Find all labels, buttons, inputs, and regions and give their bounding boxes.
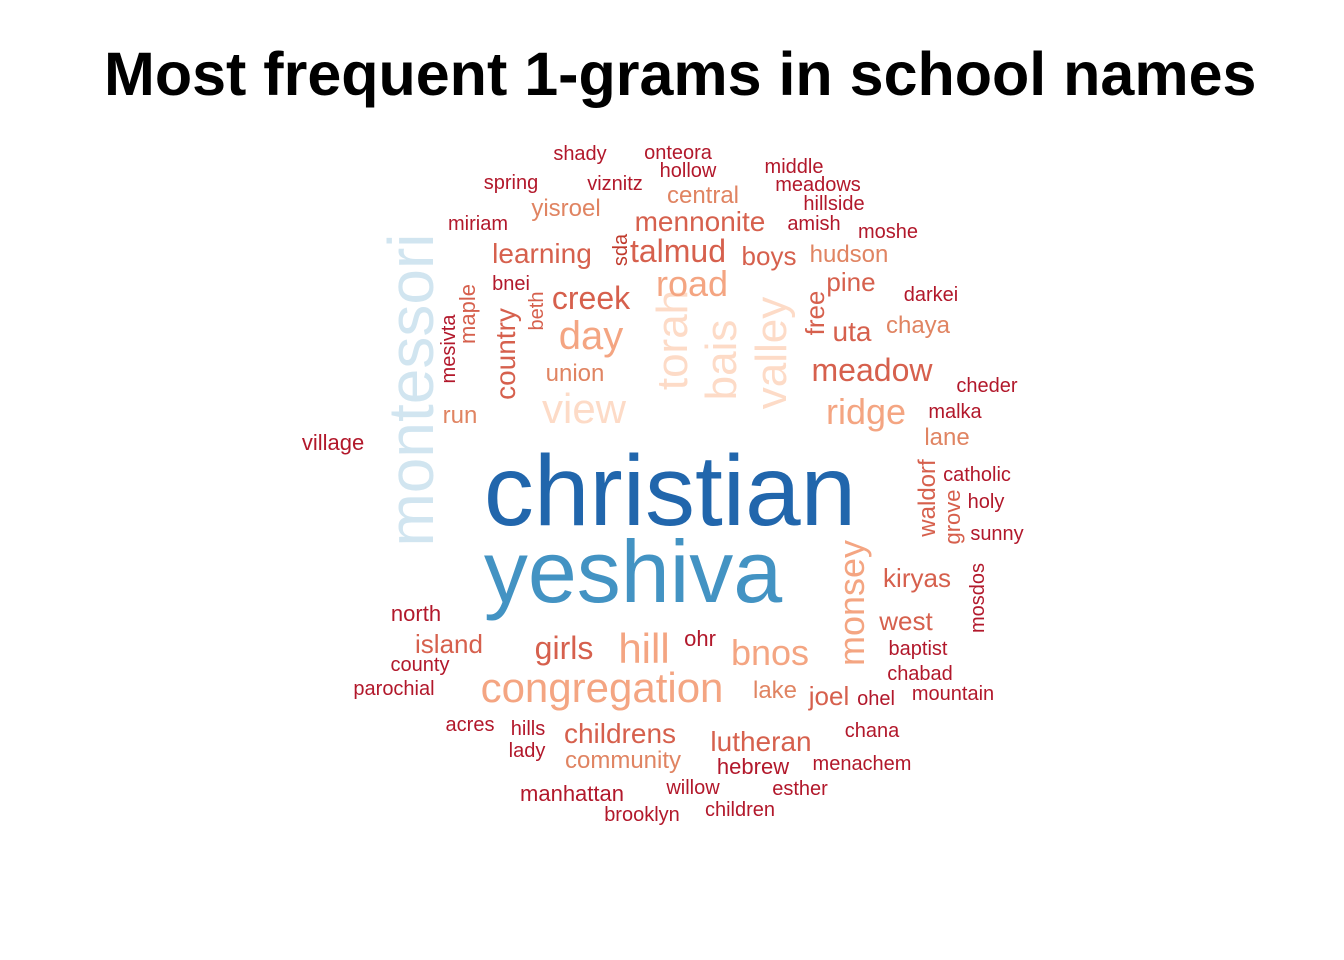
word-spring: spring — [484, 172, 538, 194]
word-hillside: hillside — [803, 193, 864, 215]
word-lady: lady — [509, 740, 546, 762]
word-girls: girls — [535, 630, 594, 666]
word-hebrew: hebrew — [717, 754, 789, 779]
word-run: run — [443, 402, 478, 429]
word-chana: chana — [845, 720, 900, 742]
chart-canvas: Most frequent 1-grams in school names ch… — [0, 0, 1344, 960]
word-bnei: bnei — [492, 273, 530, 295]
word-miriam: miriam — [448, 213, 508, 235]
word-community: community — [565, 747, 681, 774]
word-chaya: chaya — [886, 312, 951, 339]
word-bnos: bnos — [731, 632, 809, 673]
word-ohr: ohr — [684, 626, 716, 651]
word-uta: uta — [833, 316, 872, 347]
word-viznitz: viznitz — [587, 173, 643, 195]
word-catholic: catholic — [943, 464, 1011, 486]
word-country: country — [490, 308, 521, 400]
word-county: county — [391, 654, 450, 676]
word-yisroel: yisroel — [531, 195, 600, 222]
word-malka: malka — [928, 401, 982, 423]
word-kiryas: kiryas — [883, 563, 951, 593]
word-ridge: ridge — [826, 391, 906, 432]
word-free: free — [800, 291, 830, 336]
word-north: north — [391, 601, 441, 626]
word-childrens: childrens — [564, 718, 676, 749]
word-moshe: moshe — [858, 221, 918, 243]
word-day: day — [559, 314, 624, 358]
word-mountain: mountain — [912, 683, 994, 705]
word-joel: joel — [808, 681, 849, 711]
word-sunny: sunny — [970, 523, 1023, 545]
word-yeshiva: yeshiva — [484, 522, 782, 621]
word-village: village — [302, 430, 364, 455]
word-middle: middle — [765, 156, 824, 178]
word-learning: learning — [492, 238, 592, 269]
word-hudson: hudson — [810, 241, 889, 268]
word-cheder: cheder — [956, 375, 1017, 397]
word-montessori: montessori — [375, 234, 447, 547]
word-waldorf: waldorf — [914, 459, 941, 538]
word-acres: acres — [446, 714, 495, 736]
word-view: view — [542, 385, 627, 432]
word-chabad: chabad — [887, 663, 953, 685]
word-road: road — [656, 263, 728, 304]
word-bais: bais — [697, 320, 746, 401]
word-menachem: menachem — [813, 753, 912, 775]
word-willow: willow — [665, 777, 720, 799]
word-central: central — [667, 182, 739, 209]
word-valley: valley — [747, 297, 796, 410]
word-cloud: christianyeshivamontessori viewtorah bais v… — [302, 142, 1024, 826]
word-shady: shady — [553, 143, 606, 165]
word-lutheran: lutheran — [710, 726, 811, 757]
word-boys: boys — [742, 241, 797, 271]
word-creek: creek — [552, 280, 631, 316]
word-west: west — [878, 606, 933, 636]
word-hills: hills — [511, 718, 545, 740]
word-hill: hill — [618, 625, 669, 672]
word-onteora: onteora — [644, 142, 713, 164]
word-brooklyn: brooklyn — [604, 804, 680, 826]
word-torah: torah — [648, 290, 697, 390]
word-talmud: talmud — [630, 233, 726, 269]
word-mesivta: mesivta — [438, 314, 460, 384]
word-holy: holy — [968, 491, 1005, 513]
word-children: children — [705, 799, 775, 821]
word-beth: beth — [526, 292, 548, 331]
word-grove: grove — [940, 489, 965, 544]
word-baptist: baptist — [889, 638, 948, 660]
word-sda: sda — [610, 233, 632, 266]
word-amish: amish — [787, 213, 840, 235]
word-parochial: parochial — [353, 678, 434, 700]
word-lake: lake — [753, 677, 797, 704]
word-union: union — [546, 360, 605, 387]
word-darkei: darkei — [904, 284, 958, 306]
word-congregation: congregation — [481, 664, 724, 711]
word-pine: pine — [826, 267, 875, 297]
word-mennonite: mennonite — [635, 206, 766, 237]
word-monsey: monsey — [831, 540, 872, 666]
word-manhattan: manhattan — [520, 781, 624, 806]
word-ohel: ohel — [857, 688, 895, 710]
word-lane: lane — [924, 424, 969, 451]
word-meadow: meadow — [812, 352, 934, 388]
word-mosdos: mosdos — [967, 563, 989, 633]
word-esther: esther — [772, 778, 828, 800]
